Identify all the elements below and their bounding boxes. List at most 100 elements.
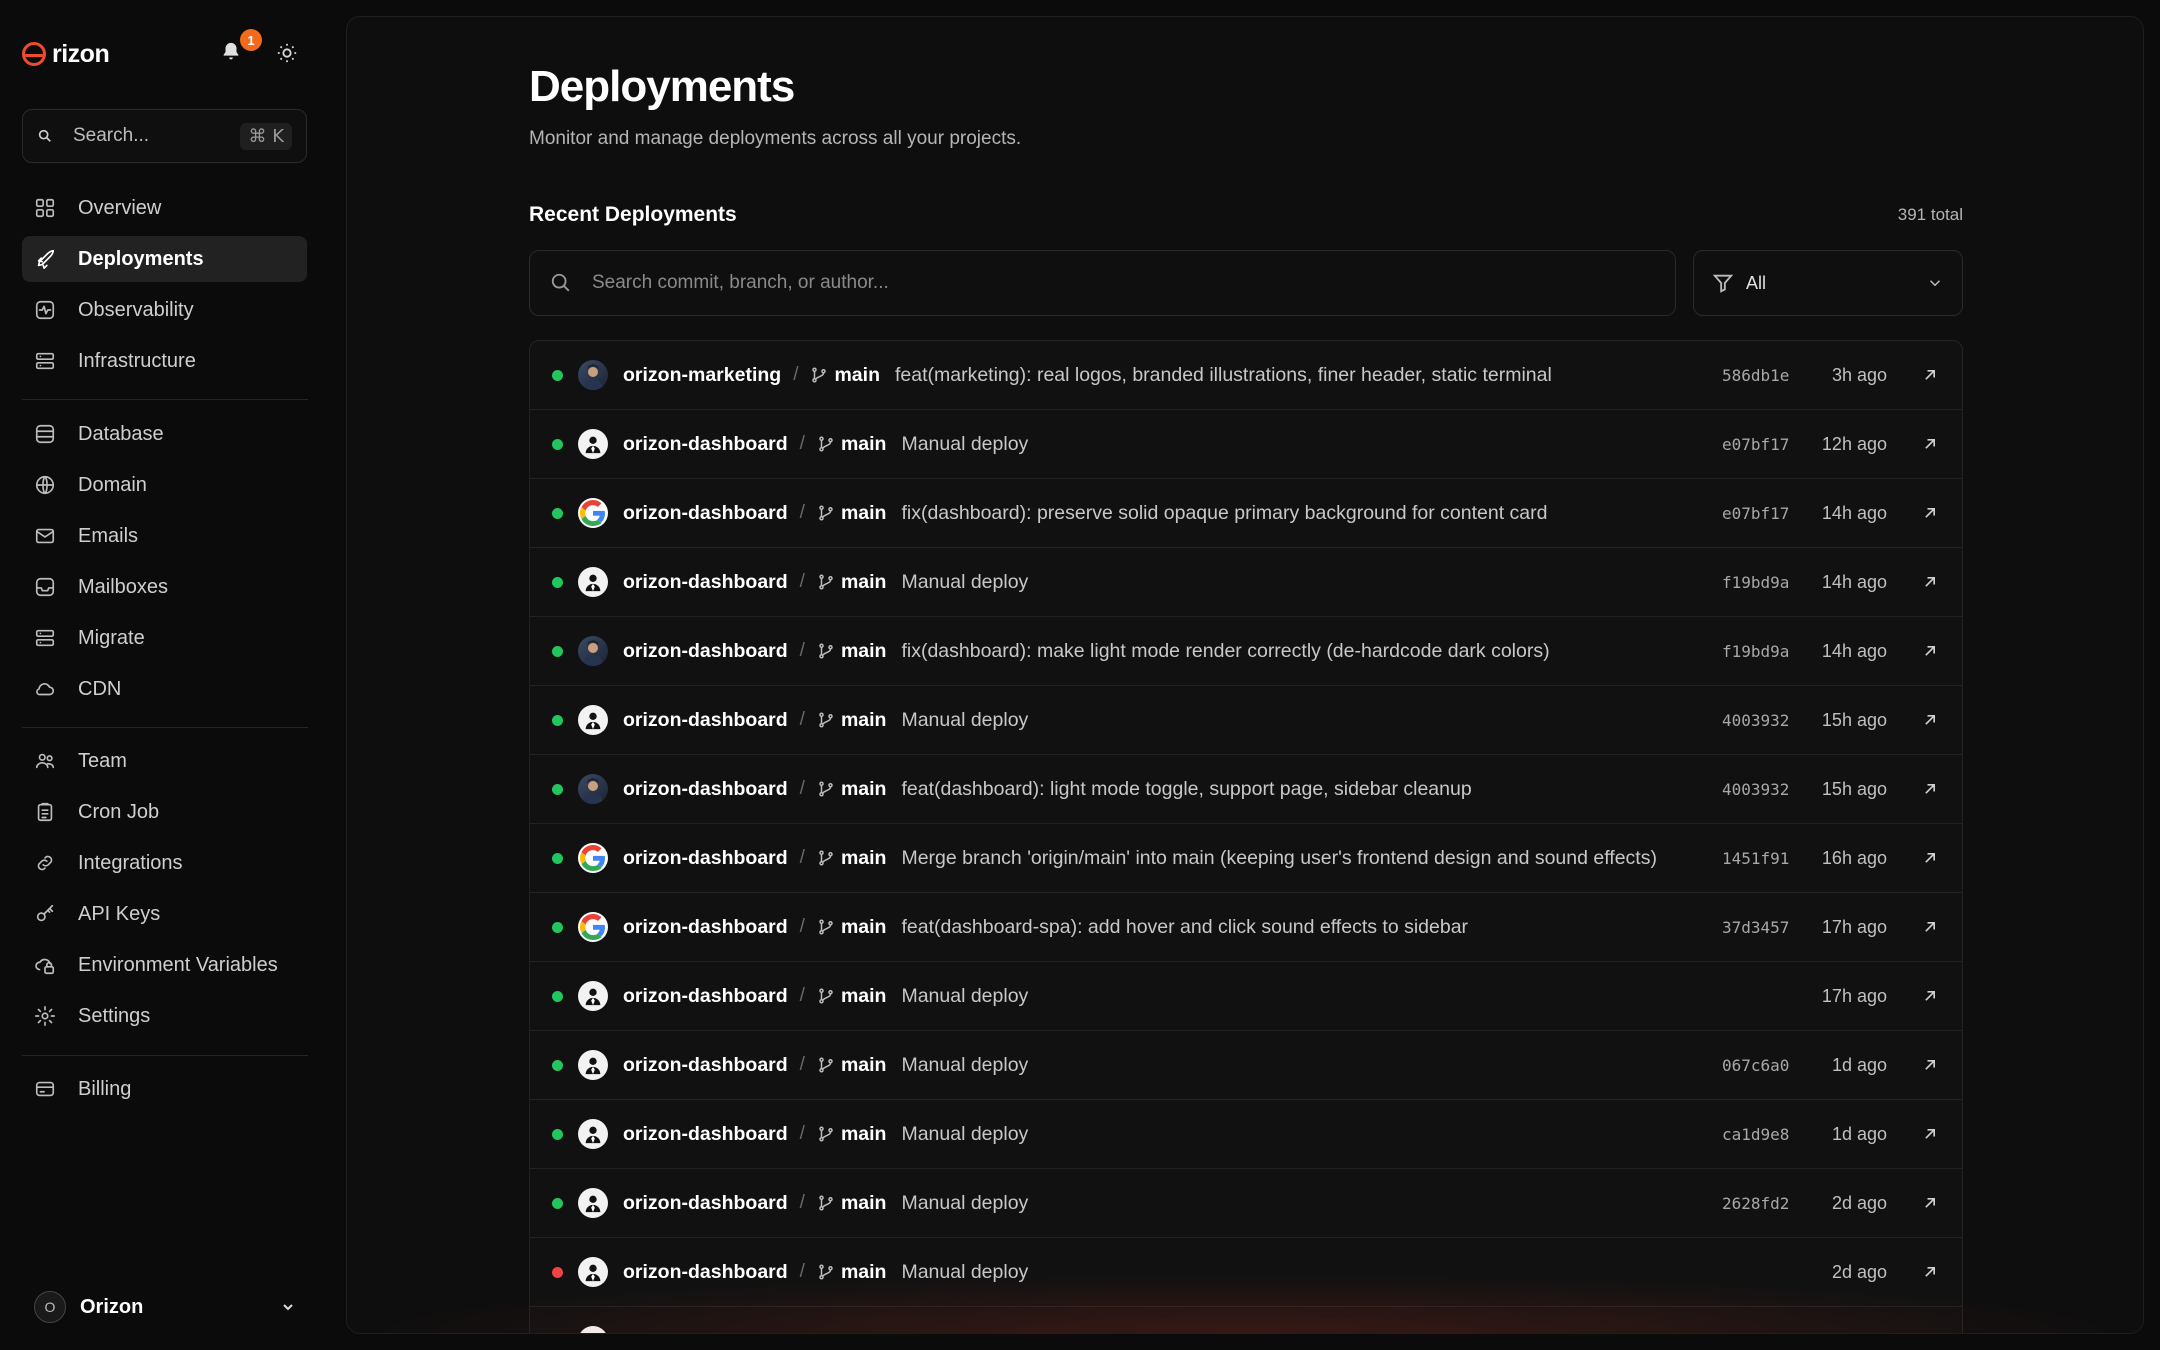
sidebar-item-label: API Keys <box>78 902 161 925</box>
sidebar-item-database[interactable]: Database <box>22 411 307 457</box>
sidebar-item-integrations[interactable]: Integrations <box>22 840 307 886</box>
sidebar-search[interactable]: Search... ⌘ K <box>22 109 307 163</box>
sidebar-item-label: Domain <box>78 473 147 496</box>
external-link-icon[interactable] <box>1920 1055 1940 1075</box>
git-branch-icon <box>819 988 833 1004</box>
project-name[interactable]: orizon-dashboard <box>623 1054 788 1077</box>
deployment-row[interactable]: orizon-dashboard / main Manual deploy f19bd9… <box>530 548 1962 617</box>
theme-toggle-button[interactable] <box>276 42 300 66</box>
external-link-icon[interactable] <box>1920 503 1940 523</box>
status-dot-success <box>552 507 563 519</box>
deploy-time: 1d ago <box>1831 1123 1887 1144</box>
branch-name: main <box>840 501 887 524</box>
deploy-time: 14h ago <box>1821 571 1887 592</box>
deployment-row[interactable]: orizon-dashboard / main fix(dashboard): pre… <box>530 479 1962 548</box>
external-link-icon[interactable] <box>1920 641 1940 661</box>
deployment-row[interactable]: orizon-dashboard / main Manual deploy 17h ag… <box>530 962 1962 1031</box>
deployment-row[interactable]: orizon-dashboard / main fix(dashboard): mak… <box>530 617 1962 686</box>
deployment-row[interactable]: orizon-dashboard / main feat(dashboard-spa)… <box>530 893 1962 962</box>
org-name: Orizon <box>80 1295 144 1318</box>
sidebar-item-cdn[interactable]: CDN <box>22 666 307 712</box>
sidebar-item-api-keys[interactable]: API Keys <box>22 891 307 937</box>
project-name[interactable]: orizon-dashboard <box>623 571 788 594</box>
external-link-icon[interactable] <box>1920 1124 1940 1144</box>
deployment-row[interactable]: orizon-dashboard / main Manual deploy 067c6a… <box>530 1031 1962 1100</box>
deployment-search-input[interactable]: Search commit, branch, or author... <box>529 250 1676 316</box>
project-name[interactable]: orizon-dashboard <box>623 916 788 939</box>
users-icon <box>35 753 55 769</box>
sidebar-item-team[interactable]: Team <box>22 738 307 784</box>
external-link-icon[interactable] <box>1920 365 1940 385</box>
org-switcher[interactable]: O Orizon <box>34 1290 296 1324</box>
deploy-time: 17h ago <box>1821 916 1887 937</box>
sidebar-item-label: Emails <box>78 524 139 547</box>
external-link-icon[interactable] <box>1920 986 1940 1006</box>
sidebar-item-domain[interactable]: Domain <box>22 462 307 508</box>
branch-name: main <box>840 984 887 1007</box>
author-avatar <box>578 567 608 597</box>
sidebar-item-overview[interactable]: Overview <box>22 185 307 231</box>
external-link-icon[interactable] <box>1920 434 1940 454</box>
commit-message: Manual deploy <box>901 1260 1029 1283</box>
external-link-icon[interactable] <box>1920 1262 1940 1282</box>
deploy-time: 17h ago <box>1821 985 1887 1006</box>
external-link-icon[interactable] <box>1920 848 1940 868</box>
project-name[interactable]: orizon-dashboard <box>623 1123 788 1146</box>
status-dot-success <box>552 369 563 381</box>
user-avatar-icon <box>585 1264 601 1282</box>
user-avatar-icon <box>582 1330 604 1334</box>
sidebar-item-cron-job[interactable]: Cron Job <box>22 789 307 835</box>
sidebar-item-deployments[interactable]: Deployments <box>22 236 307 282</box>
deployment-row[interactable]: orizon-marketing / main feat(marketing): re… <box>530 341 1962 410</box>
author-avatar <box>578 1188 608 1218</box>
deployment-row[interactable]: orizon-dashboard / main feat(dashboard): li… <box>530 755 1962 824</box>
sidebar-item-migrate[interactable]: Migrate <box>22 615 307 661</box>
external-link-icon[interactable] <box>1920 572 1940 592</box>
sidebar-item-environment-variables[interactable]: Environment Variables <box>22 942 307 988</box>
external-link-icon[interactable] <box>1920 779 1940 799</box>
project-name[interactable]: orizon-dashboard <box>623 1261 788 1284</box>
git-branch-icon <box>819 712 833 728</box>
sidebar-item-mailboxes[interactable]: Mailboxes <box>22 564 307 610</box>
sidebar-item-infrastructure[interactable]: Infrastructure <box>22 338 307 384</box>
project-name[interactable]: orizon-dashboard <box>623 640 788 663</box>
notifications-button[interactable]: 1 <box>220 29 262 67</box>
server-icon <box>35 629 55 647</box>
external-link-icon[interactable] <box>1920 1193 1940 1213</box>
project-name[interactable]: orizon-dashboard <box>623 985 788 1008</box>
author-avatar <box>578 843 608 873</box>
logo[interactable]: rizon <box>22 40 110 69</box>
status-dot-success <box>552 645 563 657</box>
deployment-row[interactable]: orizon-dashboard / main Manual deploy 400393… <box>530 686 1962 755</box>
sidebar-item-settings[interactable]: Settings <box>22 993 307 1039</box>
author-avatar <box>578 981 608 1011</box>
page-subtitle: Monitor and manage deployments across al… <box>529 128 1022 149</box>
google-icon <box>580 845 605 871</box>
status-filter-select[interactable]: All <box>1693 250 1963 316</box>
project-name[interactable]: orizon-marketing <box>623 364 781 387</box>
commit-hash: 37d3457 <box>1722 917 1790 937</box>
git-branch-icon <box>819 850 833 866</box>
deployment-row[interactable]: orizon-dashboard / main Manual deploy 2628fd… <box>530 1169 1962 1238</box>
deployment-row[interactable]: orizon-dashboard / main Manual deploy ca1d9e… <box>530 1100 1962 1169</box>
author-avatar <box>578 360 608 390</box>
project-name[interactable]: orizon-dashboard <box>623 709 788 732</box>
project-name[interactable]: orizon-dashboard <box>623 1192 788 1215</box>
deployment-row[interactable]: orizon-dashboard / main Manual deploy e07bf1… <box>530 410 1962 479</box>
sidebar-item-emails[interactable]: Emails <box>22 513 307 559</box>
user-avatar-icon <box>585 988 601 1006</box>
project-name[interactable]: orizon-dashboard <box>623 847 788 870</box>
external-link-icon[interactable] <box>1920 917 1940 937</box>
nav-group-settings: Team Cron Job Integrations API Keys Environm… <box>22 738 307 1044</box>
sidebar-item-billing[interactable]: Billing <box>22 1066 307 1112</box>
project-name[interactable]: orizon-dashboard <box>623 502 788 525</box>
deployment-row[interactable]: orizon-dashboard / main Merge branch 'origi… <box>530 824 1962 893</box>
sidebar-item-observability[interactable]: Observability <box>22 287 307 333</box>
deployment-row[interactable] <box>530 1307 1962 1334</box>
sidebar-item-label: Integrations <box>78 851 183 874</box>
project-name[interactable]: orizon-dashboard <box>623 778 788 801</box>
project-name[interactable]: orizon-dashboard <box>623 433 788 456</box>
nav-divider <box>22 1055 308 1056</box>
external-link-icon[interactable] <box>1920 710 1940 730</box>
deployment-row[interactable]: orizon-dashboard / main Manual deploy 2d ago <box>530 1238 1962 1307</box>
